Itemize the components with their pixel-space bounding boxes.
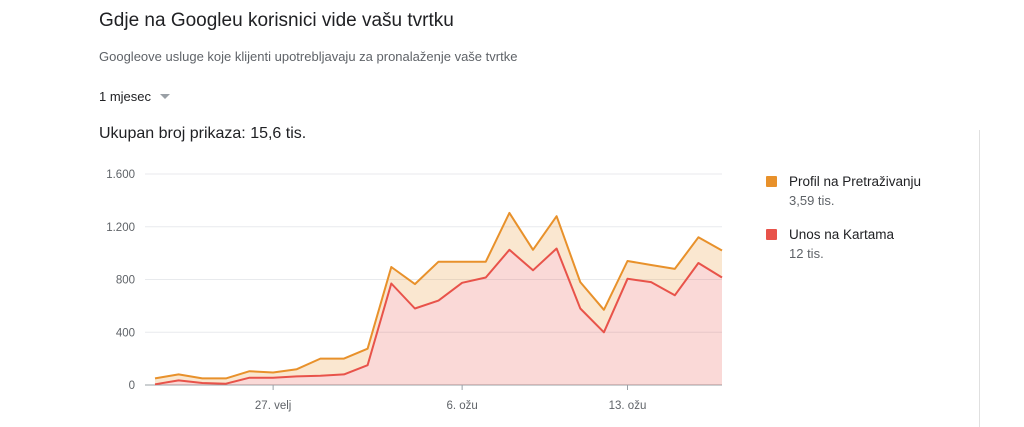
legend-series-name: Unos na Kartama <box>789 227 895 242</box>
legend-swatch <box>766 176 777 187</box>
x-tick-label: 6. ožu <box>446 400 477 412</box>
y-tick-label: 1.200 <box>106 222 135 234</box>
legend-row: Profil na Pretraživanju <box>766 174 921 189</box>
y-tick-label: 0 <box>129 380 135 392</box>
x-tick-label: 13. ožu <box>609 400 647 412</box>
legend-series-value: 3,59 tis. <box>789 193 835 208</box>
legend-item: Unos na Kartama 12 tis. <box>766 227 894 261</box>
legend-series-value: 12 tis. <box>789 246 824 261</box>
y-tick-label: 400 <box>116 327 135 339</box>
views-area-chart: 0 400 800 1.200 1.600 27. velj 6. ožu 13. ožu <box>106 169 723 412</box>
x-tick-label: 27. velj <box>255 400 291 412</box>
legend-series-name: Profil na Pretraživanju <box>789 174 922 189</box>
legend-item: Profil na Pretraživanju 3,59 tis. <box>766 174 921 208</box>
legend-swatch <box>766 229 777 240</box>
y-tick-label: 1.600 <box>106 169 135 181</box>
legend-row: Unos na Kartama <box>766 227 894 242</box>
y-tick-label: 800 <box>116 275 135 287</box>
